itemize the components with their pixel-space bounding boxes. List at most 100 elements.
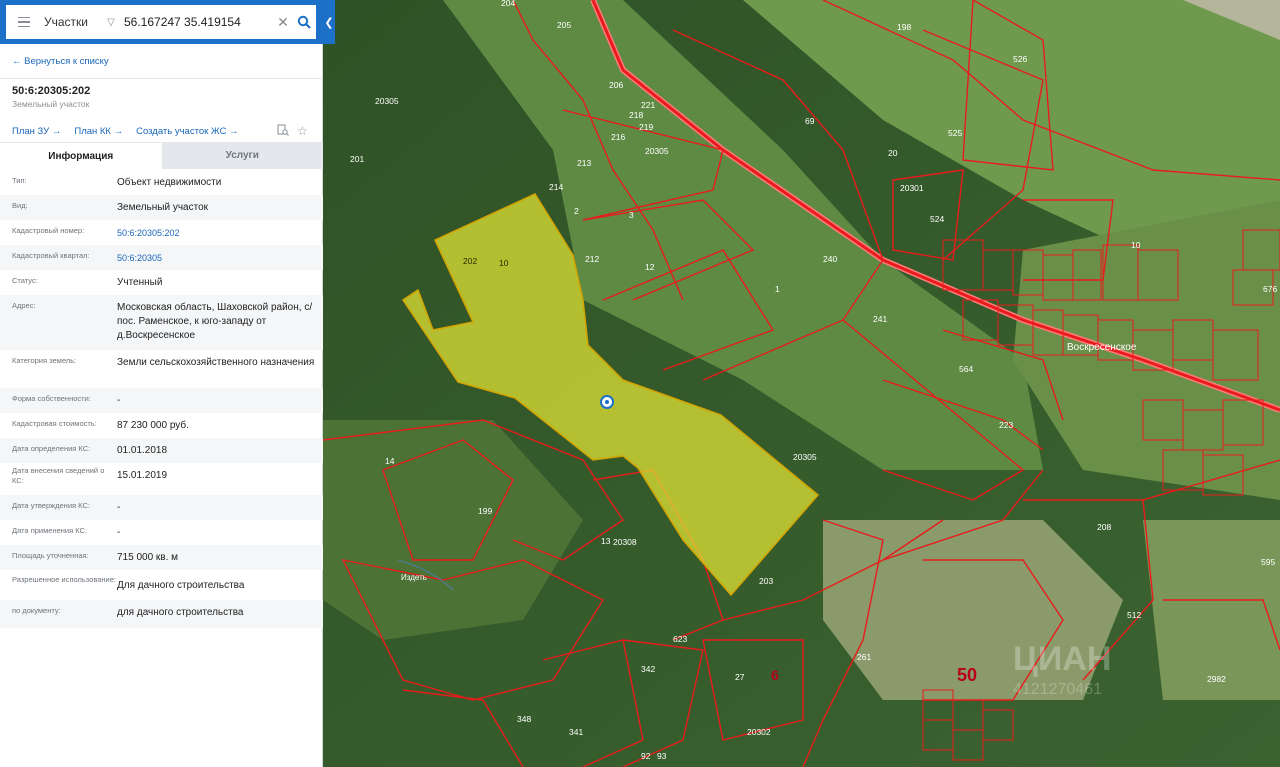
star-icon[interactable]: ☆	[297, 124, 308, 139]
table-row: Форма собственности: -	[0, 388, 323, 413]
info-panel: Участки ▽ ✕ ❮ ← Вернуться к списку 50:6:…	[0, 0, 335, 767]
svg-text:676: 676	[1263, 284, 1277, 294]
plan-kk-link[interactable]: План КК →	[74, 126, 123, 137]
svg-text:69: 69	[805, 116, 815, 126]
table-row: по документу: для дачного строительства	[0, 600, 323, 628]
row-key: Статус:	[12, 276, 38, 285]
svg-text:10: 10	[1131, 240, 1141, 250]
svg-text:10: 10	[499, 258, 509, 268]
table-row: Площадь уточненная: 715 000 кв. м	[0, 545, 323, 570]
svg-text:214: 214	[549, 182, 563, 192]
svg-text:2: 2	[574, 206, 579, 216]
river-label: Издеть	[401, 573, 427, 582]
watermark-id: 4121270461	[1013, 681, 1102, 698]
divider	[0, 78, 323, 79]
svg-text:623: 623	[673, 634, 687, 644]
row-value: 15.01.2019	[117, 470, 168, 481]
svg-text:221: 221	[641, 100, 655, 110]
cadastral-map[interactable]: 204 205 206 198 526 20305 201 69 20 2030…	[323, 0, 1280, 767]
row-key: Дата применения КС:	[12, 526, 88, 535]
coordinates-input[interactable]	[124, 15, 274, 29]
svg-text:2982: 2982	[1207, 674, 1226, 684]
row-key: Дата утверждения КС:	[12, 501, 90, 510]
tab-information[interactable]: Информация	[0, 142, 162, 169]
row-value: -	[117, 527, 121, 538]
row-value: Для дачного строительства	[117, 580, 245, 591]
table-row: Адрес: Московская область, Шаховской рай…	[0, 295, 323, 350]
create-parcel-link[interactable]: Создать участок ЖС →	[136, 126, 238, 137]
row-key: Форма собственности:	[12, 394, 91, 403]
table-row: Статус: Учтенный	[0, 270, 323, 295]
svg-text:216: 216	[611, 132, 625, 142]
row-value: -	[117, 395, 121, 406]
svg-text:20305: 20305	[375, 96, 399, 106]
table-row: Дата определения КС: 01.01.2018	[0, 438, 323, 463]
tab-services[interactable]: Услуги	[161, 142, 323, 169]
svg-text:348: 348	[517, 714, 531, 724]
svg-text:20308: 20308	[613, 537, 637, 547]
tab-bar: Информация Услуги	[0, 142, 323, 169]
row-value: для дачного строительства	[117, 607, 244, 618]
svg-text:201: 201	[350, 154, 364, 164]
svg-text:219: 219	[639, 122, 653, 132]
row-key: Кадастровая стоимость:	[12, 419, 97, 428]
district-number: 50	[957, 665, 977, 685]
row-key: Дата определения КС:	[12, 444, 91, 453]
row-key: по документу:	[12, 606, 61, 615]
svg-text:240: 240	[823, 254, 837, 264]
table-row: Разрешенное использование: Для дачного с…	[0, 570, 323, 600]
row-value: 01.01.2018	[117, 445, 168, 456]
object-kind: Земельный участок	[12, 99, 90, 109]
table-row: Дата внесения сведений о КС: 15.01.2019	[0, 463, 323, 495]
svg-text:14: 14	[385, 456, 395, 466]
back-to-list-link[interactable]: ← Вернуться к списку	[12, 56, 109, 67]
svg-text:564: 564	[959, 364, 973, 374]
table-row: Кадастровый квартал: 50:6:20305	[0, 245, 323, 270]
row-key: Адрес:	[12, 301, 36, 310]
village-label: Воскресенское	[1067, 342, 1137, 353]
svg-text:218: 218	[629, 110, 643, 120]
search-icon[interactable]	[292, 10, 316, 34]
svg-text:342: 342	[641, 664, 655, 674]
svg-text:212: 212	[585, 254, 599, 264]
row-value: 715 000 кв. м	[117, 552, 179, 563]
table-row: Категория земель: Земли сельскохозяйстве…	[0, 350, 323, 388]
row-key: Кадастровый квартал:	[12, 251, 90, 260]
collapse-panel-button[interactable]: ❮	[323, 0, 335, 44]
svg-text:526: 526	[1013, 54, 1027, 64]
row-value: Московская область, Шаховской район, с/п…	[117, 302, 313, 341]
object-type-select[interactable]: Участки	[42, 15, 104, 29]
row-key: Вид:	[12, 201, 28, 210]
svg-text:206: 206	[609, 80, 623, 90]
search-box: Участки ▽ ✕	[6, 5, 316, 39]
cadastral-number-link[interactable]: 50:6:20305:202	[117, 226, 317, 245]
row-value: Объект недвижимости	[117, 177, 222, 188]
row-key: Тип:	[12, 176, 27, 185]
svg-text:241: 241	[873, 314, 887, 324]
svg-text:20302: 20302	[747, 727, 771, 737]
row-value: Учтенный	[117, 277, 163, 288]
search-document-icon[interactable]	[277, 124, 289, 139]
row-key: Дата внесения сведений о КС:	[12, 466, 105, 485]
table-row: Кадастровый номер: 50:6:20305:202	[0, 220, 323, 245]
menu-icon[interactable]	[6, 5, 42, 39]
chevron-down-icon[interactable]: ▽	[104, 17, 118, 28]
sub-district-number: 6	[771, 667, 779, 683]
watermark-logo: ЦИАН	[1013, 640, 1111, 678]
clear-icon[interactable]: ✕	[274, 14, 292, 31]
svg-text:20305: 20305	[645, 146, 669, 156]
svg-text:261: 261	[857, 652, 871, 662]
table-row: Дата утверждения КС: -	[0, 495, 323, 520]
table-row: Вид: Земельный участок	[0, 195, 323, 220]
svg-text:202: 202	[463, 256, 477, 266]
svg-text:92: 92	[641, 751, 651, 761]
svg-text:12: 12	[645, 262, 655, 272]
map-canvas[interactable]: 204 205 206 198 526 20305 201 69 20 2030…	[323, 0, 1280, 767]
svg-text:198: 198	[897, 22, 911, 32]
cadastral-quarter-link[interactable]: 50:6:20305	[117, 251, 317, 270]
svg-text:204: 204	[501, 0, 515, 8]
svg-text:223: 223	[999, 420, 1013, 430]
plan-zu-link[interactable]: План ЗУ →	[12, 126, 61, 137]
action-links: План ЗУ → План КК → Создать участок ЖС →	[12, 126, 239, 137]
search-bar: Участки ▽ ✕	[0, 0, 335, 44]
